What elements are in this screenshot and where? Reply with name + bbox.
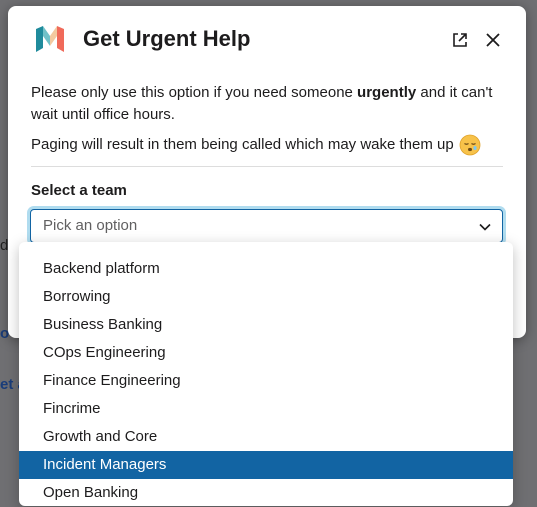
modal-header: Get Urgent Help	[8, 6, 526, 72]
team-option[interactable]: Open Banking	[19, 479, 513, 506]
team-select-label: Select a team	[31, 182, 127, 199]
external-link-icon	[453, 33, 467, 47]
close-button[interactable]	[481, 28, 505, 52]
team-option-highlighted[interactable]: Incident Managers	[19, 451, 513, 479]
team-option[interactable]: COps Engineering	[19, 339, 513, 367]
dialog-body: Please only use this option if you need …	[31, 82, 504, 156]
team-option[interactable]: Borrowing	[19, 283, 513, 311]
dialog-title: Get Urgent Help	[83, 26, 251, 51]
team-option[interactable]: Backend platform	[19, 255, 513, 283]
monzo-logo-icon	[36, 26, 64, 52]
team-option[interactable]: Fincrime	[19, 395, 513, 423]
team-option[interactable]: Growth and Core	[19, 423, 513, 451]
team-select-placeholder: Pick an option	[43, 217, 138, 234]
urgency-notice: Please only use this option if you need …	[31, 84, 493, 123]
chevron-down-icon	[479, 223, 491, 231]
sleeping-face-emoji	[459, 134, 481, 156]
team-option[interactable]: Finance Engineering	[19, 367, 513, 395]
divider	[31, 166, 503, 167]
team-options-dropdown: Backend platform Borrowing Business Bank…	[19, 242, 513, 506]
open-external-button[interactable]	[448, 28, 472, 52]
urgent-emphasis: urgently	[357, 84, 417, 101]
close-icon	[486, 33, 500, 47]
team-select[interactable]: Pick an option	[30, 209, 503, 243]
paging-note: Paging will result in them being called …	[31, 134, 504, 156]
team-option[interactable]: Business Banking	[19, 311, 513, 339]
